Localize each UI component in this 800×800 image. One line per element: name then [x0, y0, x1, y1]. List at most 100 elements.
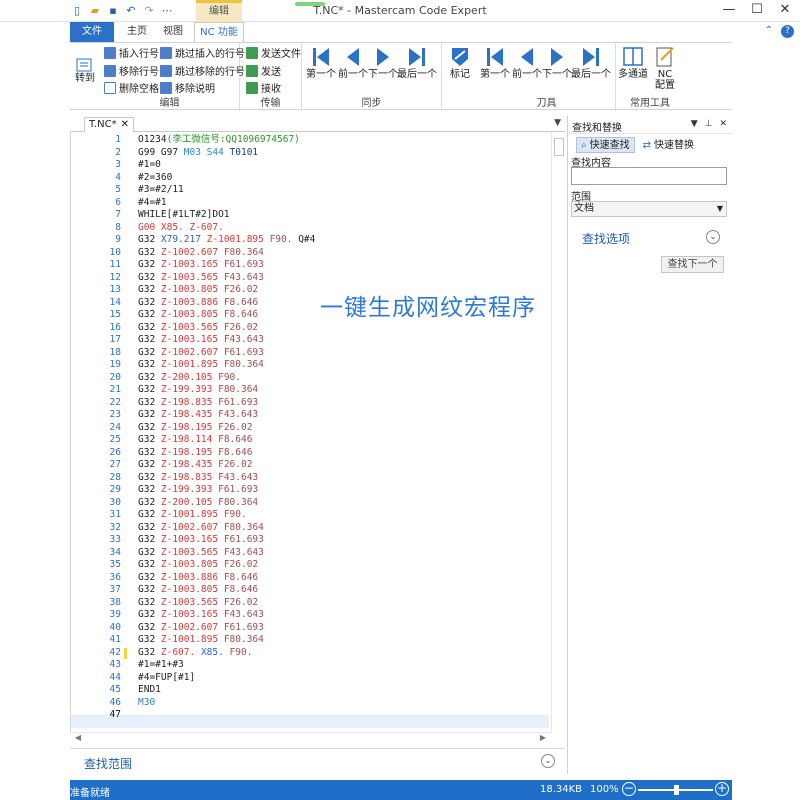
code-line[interactable]: G32 Z-1003.805 F26.02 [138, 284, 258, 297]
code-line[interactable]: #3=#2/11 [138, 184, 184, 197]
code-line[interactable]: G32 Z-198.435 F26.02 [138, 459, 252, 472]
code-line[interactable]: G32 Z-198.195 F26.02 [138, 422, 252, 435]
code-line[interactable]: G32 Z-1001.895 F90. [138, 509, 247, 522]
code-line[interactable]: G99 G97 M03 S44 T0101 [138, 147, 258, 160]
panel-menu-icon[interactable]: ▼ [691, 119, 698, 129]
code-line[interactable]: #1=0 [138, 159, 161, 172]
save-icon[interactable]: ▪ [106, 3, 120, 17]
insert-line-numbers-button[interactable]: 插入行号 [104, 44, 159, 61]
skip-removed-line-numbers-button[interactable]: 跳过移除的行号 [160, 62, 245, 79]
code-line[interactable]: G32 Z-1002.607 F61.693 [138, 622, 264, 635]
tab-quick-find[interactable]: ⌕ 快速查找 [576, 137, 635, 153]
goto-button[interactable]: 转到 [70, 57, 100, 84]
scroll-right-icon[interactable]: ▶ [537, 733, 549, 745]
scroll-left-icon[interactable]: ◀ [72, 733, 84, 745]
collapse-ribbon-icon[interactable]: ⌃ [765, 25, 773, 38]
sync-first-button[interactable]: 第一个 [306, 45, 336, 80]
find-next-button[interactable]: 查找下一个 [661, 256, 724, 273]
tab-home[interactable]: 主页 [118, 22, 156, 42]
help-icon[interactable]: ? [781, 25, 794, 38]
code-line[interactable]: G32 Z-1001.895 F80.364 [138, 634, 264, 647]
code-line[interactable]: G32 Z-199.393 F61.693 [138, 484, 258, 497]
zoom-in-button[interactable]: + [715, 782, 729, 796]
undo-icon[interactable]: ↶ [124, 3, 138, 17]
send-button[interactable]: 发送 [246, 62, 281, 79]
code-line[interactable]: M30 [138, 697, 155, 710]
code-line[interactable]: G32 Z-198.195 F8.646 [138, 447, 252, 460]
pin-icon[interactable]: ⊥ [705, 119, 713, 129]
multichannel-button[interactable]: 多通道 [618, 45, 648, 80]
horizontal-scrollbar[interactable]: ◀ ▶ [70, 732, 551, 745]
vertical-scroll-thumb[interactable] [554, 138, 564, 156]
new-file-icon[interactable]: ▯ [70, 3, 84, 17]
tool-next-button[interactable]: 下一个 [542, 45, 572, 80]
redo-icon[interactable]: ↷ [142, 3, 156, 17]
customize-toolbar-icon[interactable]: ⋯ [160, 3, 174, 17]
sync-previous-button[interactable]: 前一个 [338, 45, 368, 80]
code-line[interactable]: G32 Z-1002.607 F61.693 [138, 347, 264, 360]
code-line[interactable]: G32 Z-607. X85. F90. [138, 647, 252, 660]
close-tab-icon[interactable]: ✕ [121, 118, 129, 132]
code-line[interactable]: END1 [138, 684, 161, 697]
code-line[interactable]: G32 Z-1003.565 F43.643 [138, 272, 264, 285]
code-line[interactable]: G32 Z-198.435 F43.643 [138, 409, 258, 422]
find-what-input[interactable] [571, 167, 727, 185]
code-line[interactable]: O1234(李工微信号:QQ1096974567) [138, 134, 300, 147]
tool-first-button[interactable]: 第一个 [480, 45, 510, 80]
sync-next-button[interactable]: 下一个 [368, 45, 398, 80]
find-options-label[interactable]: 查找选项 [582, 230, 630, 247]
code-line[interactable]: G32 Z-1003.165 F61.693 [138, 259, 264, 272]
document-tab[interactable]: T.NC* ✕ [84, 117, 134, 132]
code-line[interactable]: G32 Z-1003.165 F43.643 [138, 609, 264, 622]
tab-quick-replace[interactable]: ⇄ 快速替换 [639, 137, 698, 153]
code-line[interactable]: G32 Z-1003.886 F8.646 [138, 572, 258, 585]
code-line[interactable]: G32 Z-1003.165 F43.643 [138, 334, 264, 347]
tab-file[interactable]: 文件 [70, 22, 114, 42]
code-line[interactable]: G32 Z-1003.565 F26.02 [138, 322, 258, 335]
code-line[interactable]: G00 X85. Z-607. [138, 222, 224, 235]
code-line[interactable]: G32 Z-1003.165 F61.693 [138, 534, 264, 547]
find-options-expand-icon[interactable]: ⌄ [706, 230, 720, 244]
code-line[interactable]: #2=360 [138, 172, 172, 185]
code-line[interactable]: G32 Z-200.105 F80.364 [138, 497, 258, 510]
vertical-scrollbar[interactable] [551, 132, 565, 732]
remove-line-numbers-button[interactable]: 移除行号 [104, 62, 159, 79]
tool-previous-button[interactable]: 前一个 [512, 45, 542, 80]
code-line[interactable]: #4=#1 [138, 197, 167, 210]
find-scope-expand-icon[interactable]: ⌄ [541, 754, 555, 768]
zoom-out-button[interactable]: − [622, 782, 636, 796]
code-line[interactable]: G32 Z-1003.565 F43.643 [138, 547, 264, 560]
code-line[interactable]: #4=FUP[#1] [138, 672, 195, 685]
code-line[interactable]: G32 Z-198.835 F43.643 [138, 472, 258, 485]
code-line[interactable]: G32 Z-198.114 F8.646 [138, 434, 252, 447]
tab-view[interactable]: 视图 [158, 22, 188, 42]
panel-close-icon[interactable]: ✕ [719, 119, 727, 129]
tab-nc-functions[interactable]: NC 功能 [194, 22, 244, 42]
mark-button[interactable]: 标记 [445, 45, 475, 80]
tool-last-button[interactable]: 最后一个 [571, 45, 611, 80]
zoom-slider-thumb[interactable] [674, 785, 679, 795]
code-line[interactable]: G32 Z-199.393 F80.364 [138, 384, 258, 397]
skip-inserted-line-numbers-button[interactable]: 跳过插入的行号 [160, 44, 245, 61]
code-line[interactable]: G32 Z-1002.607 F80.364 [138, 247, 264, 260]
code-line[interactable]: #1=#1+#3 [138, 659, 184, 672]
code-line[interactable]: G32 Z-1003.565 F26.02 [138, 597, 258, 610]
code-line[interactable]: WHILE[#1LT#2]DO1 [138, 209, 230, 222]
code-line[interactable]: G32 Z-1003.886 F8.646 [138, 297, 258, 310]
maximize-button[interactable]: ☐ [750, 2, 764, 17]
nc-config-button[interactable]: NC 配置 [650, 45, 680, 91]
code-line[interactable]: G32 Z-1003.805 F8.646 [138, 584, 258, 597]
code-line[interactable]: G32 Z-1002.607 F80.364 [138, 522, 264, 535]
code-line[interactable]: G32 Z-200.105 F90. [138, 372, 241, 385]
scope-select[interactable]: 文档 ▼ [571, 201, 727, 217]
code-line[interactable]: G32 Z-1003.805 F26.02 [138, 559, 258, 572]
code-line[interactable]: G32 X79.217 Z-1001.895 F90. Q#4 [138, 234, 315, 247]
code-line[interactable]: G32 Z-198.835 F61.693 [138, 397, 258, 410]
minimize-button[interactable]: — [722, 2, 736, 17]
sync-last-button[interactable]: 最后一个 [397, 45, 437, 80]
open-folder-icon[interactable]: ▰ [88, 3, 102, 17]
document-list-dropdown-icon[interactable]: ▼ [554, 118, 561, 128]
code-editor[interactable]: 1 2 3 4 5 6 7 8 9 10 11 12 13 14 15 16 17 18 19 20 21 22 23 24 2… [70, 132, 565, 732]
code-line[interactable]: G32 Z-1003.805 F8.646 [138, 309, 258, 322]
code-line[interactable]: G32 Z-1001.895 F80.364 [138, 359, 264, 372]
